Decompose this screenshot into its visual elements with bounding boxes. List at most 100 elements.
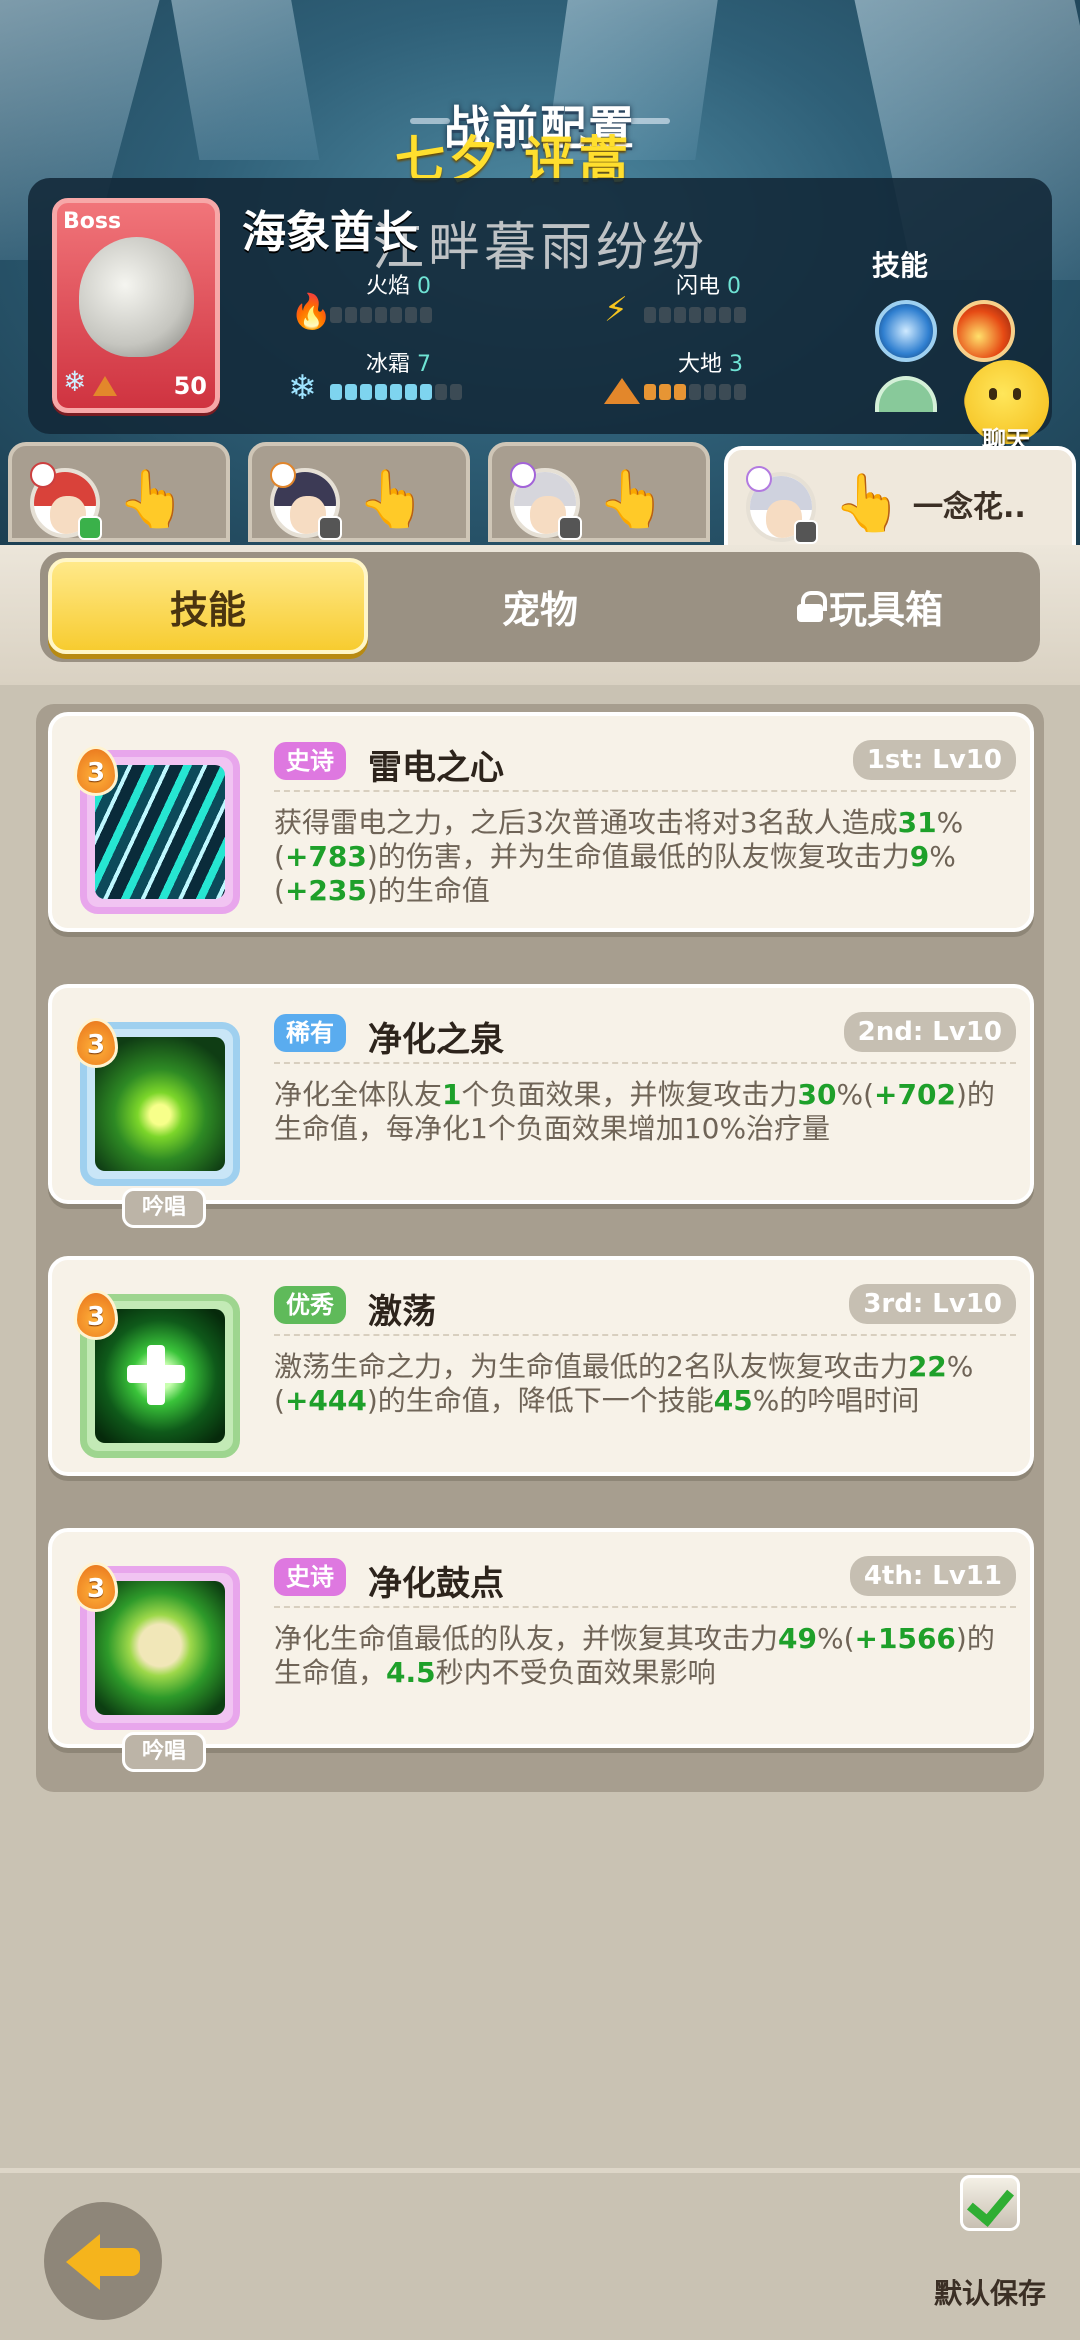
earth-bar	[644, 384, 746, 400]
fire-stat: 火焰 0	[366, 268, 431, 300]
boss-skill-ice-icon[interactable]	[875, 300, 937, 362]
highlight-value: 49	[778, 1622, 817, 1655]
skill-card[interactable]: 3 吟唱 稀有 净化之泉 2nd: Lv10 净化全体队友1个负面效果，并恢复攻…	[48, 984, 1034, 1228]
lightning-value: 0	[727, 274, 742, 299]
skill-level-badge: 3	[74, 1018, 118, 1070]
lightning-bar	[644, 307, 746, 323]
skill-card[interactable]: 3 优秀 激荡 3rd: Lv10 激荡生命之力，为生命值最低的2名队友恢复攻击…	[48, 1256, 1034, 1476]
fire-label: 火焰	[366, 274, 411, 299]
earth-icon	[93, 376, 117, 396]
chant-tag: 吟唱	[122, 1732, 206, 1772]
class-badge-icon	[794, 520, 818, 544]
lightning-icon: ⚡	[604, 290, 628, 330]
highlight-value: +783	[284, 840, 367, 873]
lightning-label: 闪电	[676, 274, 721, 299]
walrus-chief-portrait	[79, 237, 194, 357]
description-text: )的生命值，降低下一个技能	[366, 1384, 714, 1417]
skill-level-badge: 3	[74, 1562, 118, 1614]
highlight-value: 9	[909, 840, 930, 873]
skill-card[interactable]: 3 吟唱 史诗 净化鼓点 4th: Lv11 净化生命值最低的队友，并恢复其攻击…	[48, 1528, 1034, 1772]
boss-tag: Boss	[63, 209, 122, 234]
fire-value: 0	[417, 274, 432, 299]
earth-icon	[604, 378, 640, 404]
skill-name: 激荡	[368, 1292, 436, 1332]
default-save-label[interactable]: 默认保存	[934, 2272, 1046, 2312]
boss-skill-fire-icon[interactable]	[953, 300, 1015, 362]
fire-icon: 🔥	[290, 292, 333, 332]
party-member-tab-2[interactable]: 👆	[248, 442, 470, 542]
description-text: 激荡生命之力，为生命值最低的2名队友恢复攻击力	[274, 1350, 908, 1383]
party-member-name: 一念花..	[913, 490, 1026, 525]
tab-skills[interactable]: 技能	[48, 558, 368, 654]
default-save-checkbox[interactable]	[960, 2175, 1020, 2231]
description-text: 获得雷电之力，之后3次普通攻击将对3名敌人造成	[274, 806, 898, 839]
fire-element-badge	[30, 462, 56, 488]
description-text: 个负面效果，并恢复攻击力	[461, 1078, 798, 1111]
pointing-hand-icon: 👆	[357, 467, 427, 532]
description-text: )的生命值	[366, 874, 490, 907]
rarity-badge: 史诗	[274, 1558, 346, 1596]
skill-slot-level: 1st: Lv10	[852, 740, 1016, 780]
divider	[274, 1062, 1016, 1064]
boss-skills-label: 技能	[872, 249, 929, 282]
skill-description: 获得雷电之力，之后3次普通攻击将对3名敌人造成31%(+783)的伤害，并为生命…	[274, 806, 1020, 908]
highlight-value: 4.5	[386, 1656, 436, 1689]
highlight-value: 45	[713, 1384, 753, 1417]
highlight-value: +1566	[854, 1622, 956, 1655]
description-text: 净化全体队友	[274, 1078, 443, 1111]
frost-icon: ❄	[288, 368, 317, 408]
boss-level: 50	[173, 372, 207, 400]
class-badge-icon	[318, 516, 342, 540]
frost-bar	[330, 384, 462, 400]
class-badge-icon	[558, 516, 582, 540]
party-member-tab-1[interactable]: 👆	[8, 442, 230, 542]
pointing-hand-icon: 👆	[117, 467, 187, 532]
boss-portrait-card[interactable]: Boss ❄ 50	[52, 198, 220, 413]
pointing-hand-icon: 👆	[597, 467, 667, 532]
description-text: )的伤害，并为生命值最低的队友恢复攻击力	[366, 840, 910, 873]
chant-tag: 吟唱	[122, 1188, 206, 1228]
highlight-value: 1	[442, 1078, 462, 1111]
rarity-badge: 稀有	[274, 1014, 346, 1052]
skill-name: 雷电之心	[368, 748, 504, 788]
frost-stat: 冰霜 7	[366, 346, 431, 378]
class-badge-icon	[78, 516, 102, 540]
highlight-value: +444	[284, 1384, 367, 1417]
back-button[interactable]	[44, 2202, 162, 2320]
lightning-stat: 闪电 0	[676, 268, 741, 300]
highlight-value: +702	[874, 1078, 956, 1111]
footer-bar	[0, 2168, 1080, 2340]
highlight-value: 22	[907, 1350, 947, 1383]
arcane-element-badge	[510, 462, 536, 488]
skill-name: 净化之泉	[368, 1020, 504, 1060]
snowflake-icon: ❄	[63, 365, 87, 398]
skill-description: 净化全体队友1个负面效果，并恢复攻击力30%(+702)的生命值，每净化1个负面…	[274, 1078, 1020, 1146]
skill-card[interactable]: 3 史诗 雷电之心 1st: Lv10 获得雷电之力，之后3次普通攻击将对3名敌…	[48, 712, 1034, 932]
description-text: %(	[816, 1622, 855, 1655]
party-member-tab-4[interactable]: 👆 一念花..	[724, 446, 1076, 554]
skill-level-badge: 3	[74, 1290, 118, 1342]
highlight-value: +235	[284, 874, 367, 907]
highlight-value: 30	[797, 1078, 837, 1111]
frost-label: 冰霜	[366, 352, 411, 377]
tab-toybox[interactable]: 玩具箱	[720, 558, 1020, 654]
skill-slot-level: 2nd: Lv10	[843, 1012, 1016, 1052]
description-text: %的吟唱时间	[752, 1384, 920, 1417]
lock-icon	[796, 591, 827, 622]
back-arrow-icon	[66, 2234, 100, 2290]
skill-slot-level: 4th: Lv11	[849, 1556, 1016, 1596]
description-text: 净化生命值最低的队友，并恢复其攻击力	[274, 1622, 779, 1655]
tab-pets[interactable]: 宠物	[400, 558, 680, 654]
divider	[274, 790, 1016, 792]
tab-toybox-label: 玩具箱	[828, 587, 943, 632]
skill-name: 净化鼓点	[368, 1564, 504, 1604]
pointing-hand-icon: 👆	[833, 471, 903, 536]
earth-label: 大地	[678, 352, 723, 377]
divider	[274, 1606, 1016, 1608]
description-text: 秒内不受负面效果影响	[435, 1656, 716, 1689]
rarity-badge: 史诗	[274, 742, 346, 780]
skill-level-badge: 3	[74, 746, 118, 798]
earth-element-badge	[270, 462, 296, 488]
party-member-tab-3[interactable]: 👆	[488, 442, 710, 542]
rarity-badge: 优秀	[274, 1286, 346, 1324]
